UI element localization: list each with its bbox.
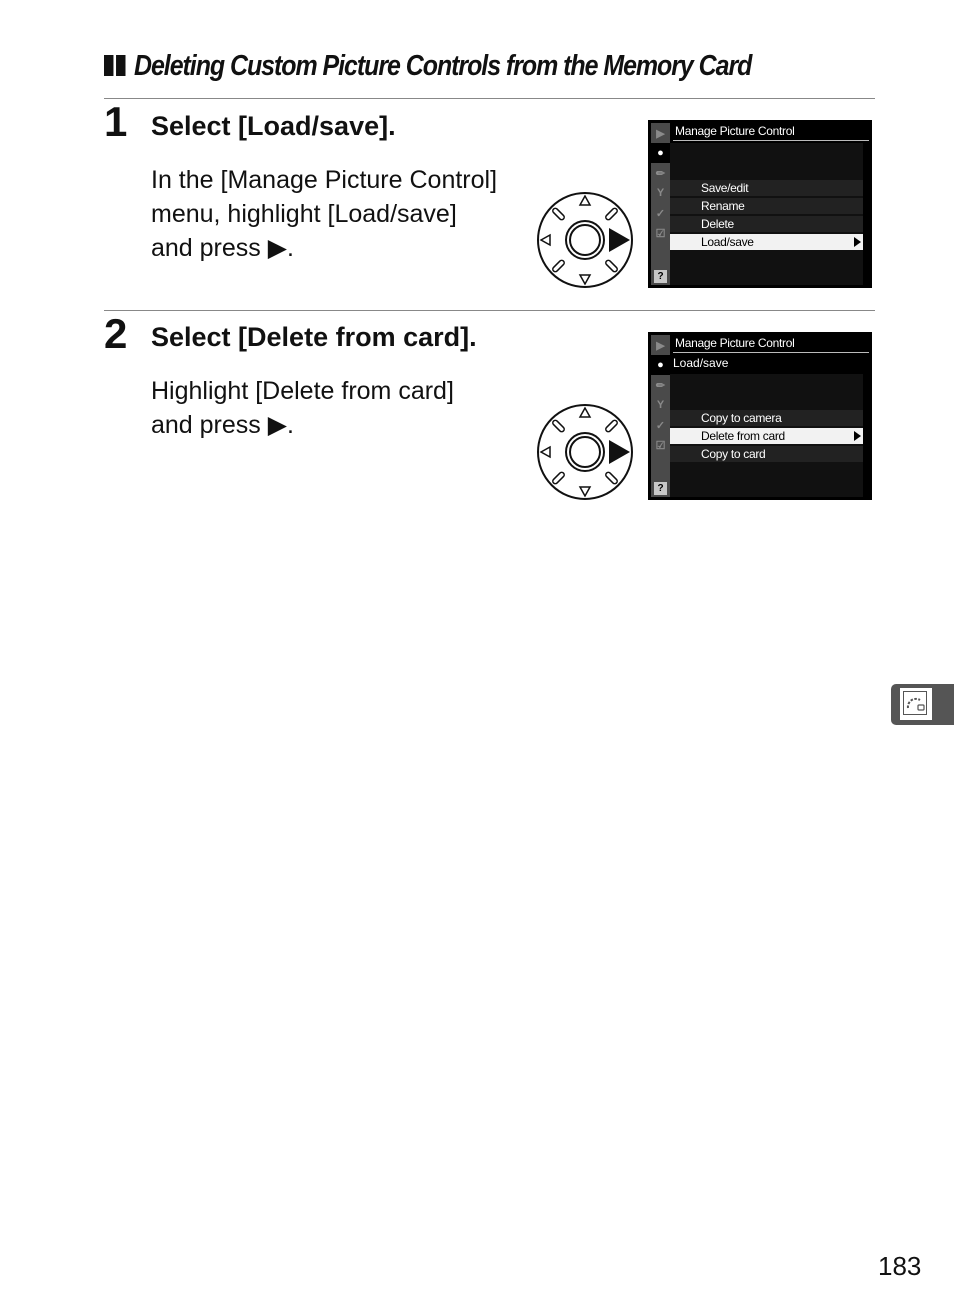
step-body-line: and press ▶. [151, 234, 294, 262]
screen-panel [670, 143, 863, 285]
divider [104, 310, 875, 311]
step-body-line: Highlight [Delete from card] [151, 377, 454, 405]
wrench-icon: Y [656, 399, 665, 411]
picture-control-glyph-icon [906, 697, 925, 711]
pencil-icon: ✏ [655, 379, 666, 392]
step-body-line: In the [Manage Picture Control] [151, 166, 498, 194]
menu-item: Copy to camera [670, 410, 863, 426]
retouch-icon: ✓ [655, 419, 666, 432]
menu-item-selected: Delete from card [670, 428, 863, 444]
help-icon: ? [654, 270, 667, 283]
wrench-icon: Y [656, 187, 665, 199]
playback-icon: ▶ [656, 127, 665, 140]
step-number: 1 [104, 98, 128, 145]
menu-item: Delete [670, 216, 863, 232]
step-body-line: and press ▶. [151, 411, 294, 439]
pencil-icon: ✏ [655, 167, 666, 180]
right-arrow-icon [854, 431, 861, 441]
menu-tabs: ▶ ● ✏ Y ✓ ☑ ? [651, 335, 670, 497]
step-body-line: menu, highlight [Load/save] [151, 200, 457, 228]
multi-selector-right-icon [537, 404, 633, 500]
step-title: Select [Load/save]. [151, 111, 396, 141]
screen-subtitle: Load/save [673, 356, 729, 370]
camera-icon: ● [651, 143, 670, 163]
my-menu-icon: ☑ [655, 227, 666, 240]
playback-icon: ▶ [656, 339, 665, 352]
multi-selector-right-icon [537, 192, 633, 288]
camera-icon: ● [651, 355, 670, 375]
step-number: 2 [104, 310, 128, 357]
section-marker-icon [116, 55, 126, 76]
section-marker-icon [104, 55, 114, 76]
screen-header: Manage Picture Control [673, 335, 869, 353]
section-title-text: Deleting Custom Picture Controls from th… [133, 50, 752, 82]
picture-control-icon [900, 688, 932, 720]
divider [104, 98, 875, 99]
menu-item-selected: Load/save [670, 234, 863, 250]
step-title: Select [Delete from card]. [151, 322, 477, 352]
right-arrow-icon [854, 237, 861, 247]
menu-item-label: Delete from card [701, 429, 785, 443]
chapter-tab[interactable] [891, 684, 954, 725]
camera-screen: ▶ ● ✏ Y ✓ ☑ ? Manage Picture Control Loa… [648, 332, 872, 500]
screen-header: Manage Picture Control [673, 123, 869, 141]
menu-tabs: ▶ ● ✏ Y ✓ ☑ ? [651, 123, 670, 285]
step-body: In the [Manage Picture Control] menu, hi… [151, 163, 521, 265]
retouch-icon: ✓ [655, 207, 666, 220]
help-icon: ? [654, 482, 667, 495]
step-body: Highlight [Delete from card] and press ▶… [151, 374, 521, 442]
my-menu-icon: ☑ [655, 439, 666, 452]
section-title: Deleting Custom Picture Controls from th… [104, 50, 752, 83]
menu-item: Save/edit [670, 180, 863, 196]
menu-item-label: Load/save [701, 235, 754, 249]
menu-item: Copy to card [670, 446, 863, 462]
menu-item: Rename [670, 198, 863, 214]
camera-screen: ▶ ● ✏ Y ✓ ☑ ? Manage Picture Control Sav… [648, 120, 872, 288]
page-number: 183 [878, 1251, 922, 1281]
